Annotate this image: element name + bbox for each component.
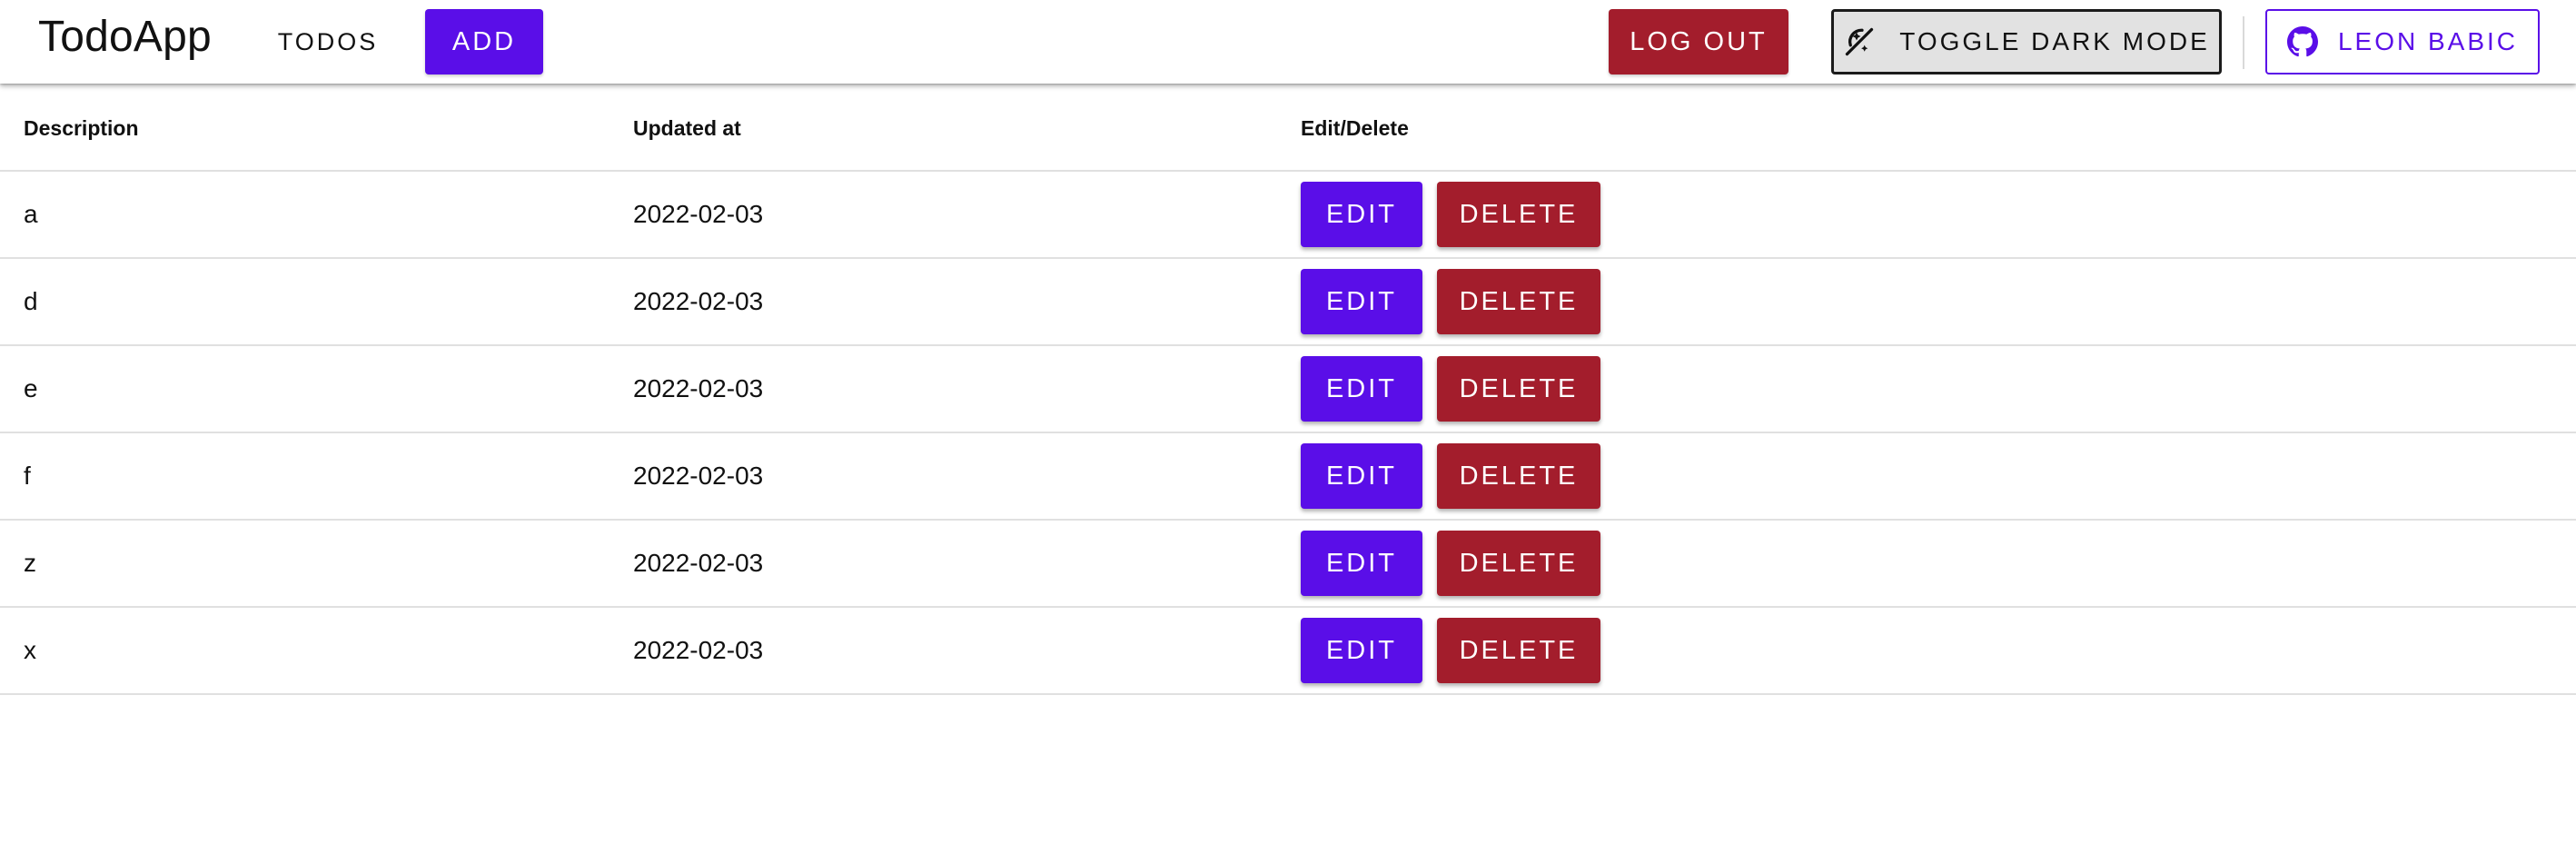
todo-description: z <box>0 520 633 608</box>
todo-updated-at: 2022-02-03 <box>633 171 1301 259</box>
edit-button[interactable]: Edit <box>1301 269 1422 334</box>
todo-description: d <box>0 258 633 346</box>
todo-updated-at: 2022-02-03 <box>633 432 1301 521</box>
delete-button[interactable]: Delete <box>1437 182 1600 247</box>
toggle-dark-mode-label: Toggle dark mode <box>1899 27 2210 55</box>
app-title: TodoApp <box>38 13 212 61</box>
app-bar: TodoApp Todos Add Log out Toggle dark mo… <box>0 0 2576 84</box>
delete-button[interactable]: Delete <box>1437 618 1600 683</box>
nav-todos-button[interactable]: Todos <box>263 9 392 74</box>
todo-updated-at: 2022-02-03 <box>633 345 1301 433</box>
todo-description: x <box>0 607 633 695</box>
table-row: x 2022-02-03 Edit Delete <box>0 607 2576 695</box>
todo-updated-at: 2022-02-03 <box>633 520 1301 608</box>
github-icon <box>2286 26 2318 57</box>
nav-add-button[interactable]: Add <box>425 9 543 74</box>
toolbar-divider <box>2243 16 2244 69</box>
edit-button[interactable]: Edit <box>1301 443 1422 509</box>
table-row: a 2022-02-03 Edit Delete <box>0 171 2576 259</box>
toggle-dark-mode-button[interactable]: Toggle dark mode <box>1831 9 2222 74</box>
delete-button[interactable]: Delete <box>1437 531 1600 596</box>
todo-updated-at: 2022-02-03 <box>633 607 1301 695</box>
edit-button[interactable]: Edit <box>1301 618 1422 683</box>
brightness-auto-icon <box>1843 25 1876 58</box>
table-row: f 2022-02-03 Edit Delete <box>0 432 2576 521</box>
delete-button[interactable]: Delete <box>1437 443 1600 509</box>
edit-button[interactable]: Edit <box>1301 356 1422 422</box>
todo-updated-at: 2022-02-03 <box>633 258 1301 346</box>
edit-button[interactable]: Edit <box>1301 531 1422 596</box>
table-header-row: Description Updated at Edit/Delete <box>0 84 2576 172</box>
github-profile-button[interactable]: Leon Babic <box>2265 9 2540 74</box>
logout-button[interactable]: Log out <box>1609 9 1788 74</box>
column-header-updated-at: Updated at <box>633 84 1301 172</box>
table-row: d 2022-02-03 Edit Delete <box>0 258 2576 346</box>
todo-description: f <box>0 432 633 521</box>
table-row: z 2022-02-03 Edit Delete <box>0 520 2576 608</box>
github-profile-label: Leon Babic <box>2337 27 2519 55</box>
column-header-edit-delete: Edit/Delete <box>1301 84 2576 172</box>
column-header-description: Description <box>0 84 633 172</box>
todos-table: Description Updated at Edit/Delete a 202… <box>0 84 2576 695</box>
delete-button[interactable]: Delete <box>1437 269 1600 334</box>
table-row: e 2022-02-03 Edit Delete <box>0 345 2576 433</box>
todo-description: e <box>0 345 633 433</box>
delete-button[interactable]: Delete <box>1437 356 1600 422</box>
edit-button[interactable]: Edit <box>1301 182 1422 247</box>
todo-description: a <box>0 171 633 259</box>
